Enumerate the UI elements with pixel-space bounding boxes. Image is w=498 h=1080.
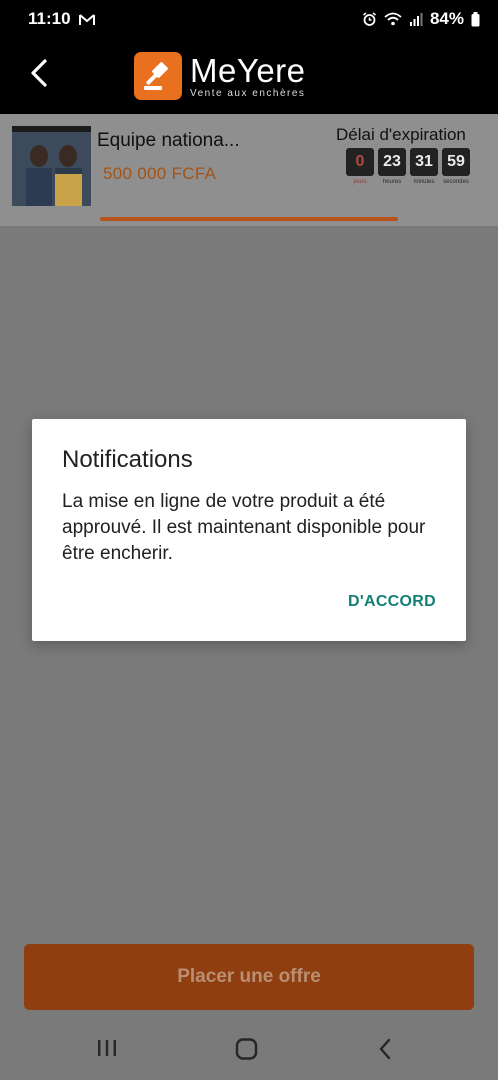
app-name: MeYere <box>190 51 306 89</box>
app-logo: MeYere Vente aux enchères <box>134 52 306 100</box>
status-time: 11:10 <box>28 9 71 28</box>
countdown-seconds-value: 59 <box>442 148 470 176</box>
battery-percent: 84% <box>429 9 464 28</box>
nav-back-icon <box>377 1038 393 1065</box>
screen: 11:10 84% MeYere Vente aux enchères Equi… <box>0 0 498 1080</box>
notification-dialog: Notifications La mise en ligne de votre … <box>32 419 466 641</box>
dialog-ok-button[interactable]: D'ACCORD <box>348 593 436 611</box>
countdown-minutes: 31 minutes <box>410 148 438 185</box>
countdown-seconds-label: secondes <box>443 179 469 185</box>
status-bar: 11:10 84% <box>0 0 498 38</box>
dialog-message: La mise en ligne de votre produit a été … <box>62 491 426 564</box>
back-button[interactable] <box>22 58 56 92</box>
countdown-days: 0 jours <box>346 148 374 185</box>
countdown-timer: 0 jours 23 heures 31 minutes 59 secondes <box>346 148 470 185</box>
product-image[interactable] <box>12 126 91 206</box>
place-offer-button[interactable]: Placer une offre <box>24 944 474 1010</box>
nav-back-button[interactable] <box>377 1038 393 1065</box>
battery-icon <box>471 11 480 27</box>
status-left: 11:10 <box>28 9 95 29</box>
countdown-days-value: 0 <box>346 148 374 176</box>
system-nav-bar <box>0 1020 498 1080</box>
countdown-seconds: 59 secondes <box>442 148 470 185</box>
app-tagline: Vente aux enchères <box>190 87 306 99</box>
chevron-left-icon <box>29 58 49 93</box>
gavel-icon <box>134 52 182 100</box>
app-header: MeYere Vente aux enchères <box>0 38 498 114</box>
product-title: Equipe nationa... <box>97 130 240 151</box>
product-price: 500 000 FCFA <box>103 164 217 183</box>
countdown-hours-label: heures <box>382 179 402 185</box>
home-button[interactable] <box>235 1038 259 1065</box>
home-icon <box>235 1038 259 1065</box>
gmail-icon <box>78 13 95 26</box>
recent-apps-button[interactable] <box>96 1038 118 1063</box>
tab-indicator <box>100 217 398 221</box>
countdown-days-label: jours <box>353 179 367 185</box>
countdown-hours-value: 23 <box>378 148 406 176</box>
wifi-icon <box>384 12 402 26</box>
signal-icon <box>409 12 423 26</box>
countdown-hours: 23 heures <box>378 148 406 185</box>
status-right: 84% <box>362 9 480 29</box>
countdown-minutes-value: 31 <box>410 148 438 176</box>
logo-text: MeYere Vente aux enchères <box>190 51 306 99</box>
alarm-icon <box>362 11 377 27</box>
countdown-minutes-label: minutes <box>413 179 435 185</box>
recent-apps-icon <box>96 1038 118 1063</box>
dialog-title: Notifications <box>62 446 193 473</box>
expiry-label: Délai d'expiration <box>336 125 466 144</box>
